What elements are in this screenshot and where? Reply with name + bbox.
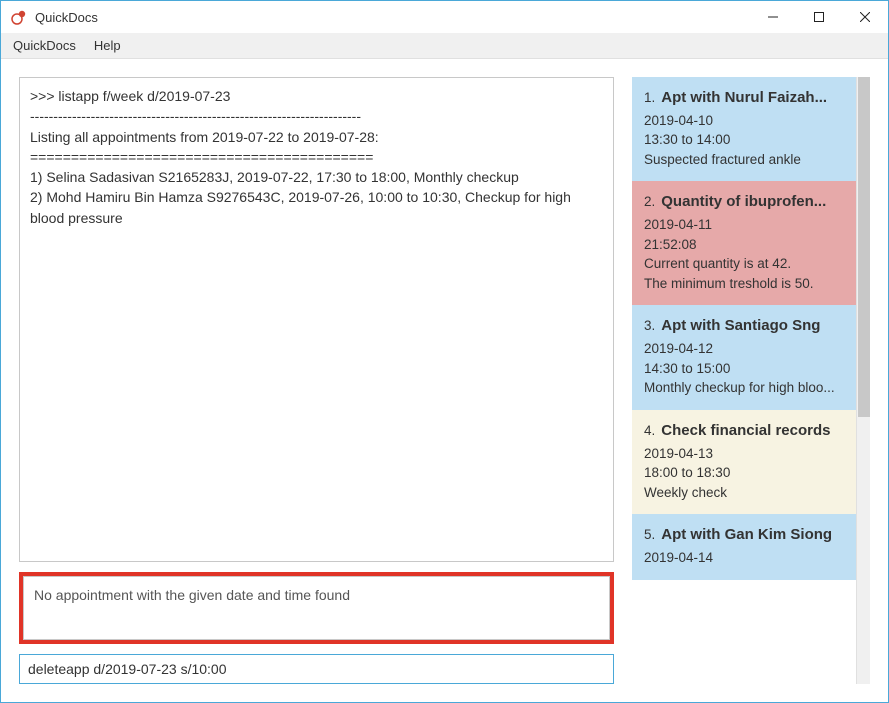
reminder-time: 18:00 to 18:30 [644, 463, 844, 483]
reminder-title: Apt with Gan Kim Siong [661, 524, 844, 546]
reminder-index: 1. [644, 88, 655, 108]
reminder-card[interactable]: 2. Quantity of ibuprofen...2019-04-1121:… [632, 181, 856, 305]
reminder-desc: Suspected fractured ankle [644, 150, 844, 170]
status-highlight: No appointment with the given date and t… [19, 572, 614, 644]
reminder-time: 13:30 to 14:00 [644, 130, 844, 150]
reminder-title: Check financial records [661, 420, 844, 442]
console-output: >>> listapp f/week d/2019-07-23 --------… [19, 77, 614, 562]
reminder-time: 21:52:08 [644, 235, 844, 255]
menu-quickdocs[interactable]: QuickDocs [13, 38, 76, 53]
right-column: 1. Apt with Nurul Faizah...2019-04-1013:… [632, 77, 870, 684]
app-window: QuickDocs QuickDocs Help >>> listapp f/w… [0, 0, 889, 703]
reminder-date: 2019-04-10 [644, 111, 844, 131]
reminder-title: Apt with Santiago Sng [661, 315, 844, 337]
reminder-card[interactable]: 1. Apt with Nurul Faizah...2019-04-1013:… [632, 77, 856, 181]
app-icon [11, 9, 27, 25]
reminder-title: Apt with Nurul Faizah... [661, 87, 844, 109]
reminder-date: 2019-04-13 [644, 444, 844, 464]
reminder-desc: Monthly checkup for high bloo... [644, 378, 844, 398]
close-button[interactable] [842, 1, 888, 33]
content-area: >>> listapp f/week d/2019-07-23 --------… [1, 59, 888, 702]
titlebar: QuickDocs [1, 1, 888, 33]
reminder-card[interactable]: 3. Apt with Santiago Sng2019-04-1214:30 … [632, 305, 856, 409]
reminder-title: Quantity of ibuprofen... [661, 191, 844, 213]
status-message: No appointment with the given date and t… [23, 576, 610, 640]
left-column: >>> listapp f/week d/2019-07-23 --------… [19, 77, 614, 684]
reminder-index: 2. [644, 192, 655, 212]
reminder-time: 14:30 to 15:00 [644, 359, 844, 379]
reminder-desc: The minimum treshold is 50. [644, 274, 844, 294]
reminder-index: 5. [644, 525, 655, 545]
reminder-desc: Current quantity is at 42. [644, 254, 844, 274]
minimize-button[interactable] [750, 1, 796, 33]
window-title: QuickDocs [35, 10, 750, 25]
menu-help[interactable]: Help [94, 38, 121, 53]
reminder-list: 1. Apt with Nurul Faizah...2019-04-1013:… [632, 77, 856, 684]
reminder-desc: Weekly check [644, 483, 844, 503]
reminder-date: 2019-04-14 [644, 548, 844, 568]
reminder-card[interactable]: 4. Check financial records2019-04-1318:0… [632, 410, 856, 514]
reminder-index: 3. [644, 316, 655, 336]
scrollbar-thumb[interactable] [858, 77, 870, 417]
window-controls [750, 1, 888, 33]
menubar: QuickDocs Help [1, 33, 888, 59]
maximize-button[interactable] [796, 1, 842, 33]
reminder-date: 2019-04-11 [644, 215, 844, 235]
scrollbar[interactable] [856, 77, 870, 684]
reminder-index: 4. [644, 421, 655, 441]
command-input[interactable] [19, 654, 614, 684]
reminder-card[interactable]: 5. Apt with Gan Kim Siong2019-04-14 [632, 514, 856, 579]
reminder-date: 2019-04-12 [644, 339, 844, 359]
